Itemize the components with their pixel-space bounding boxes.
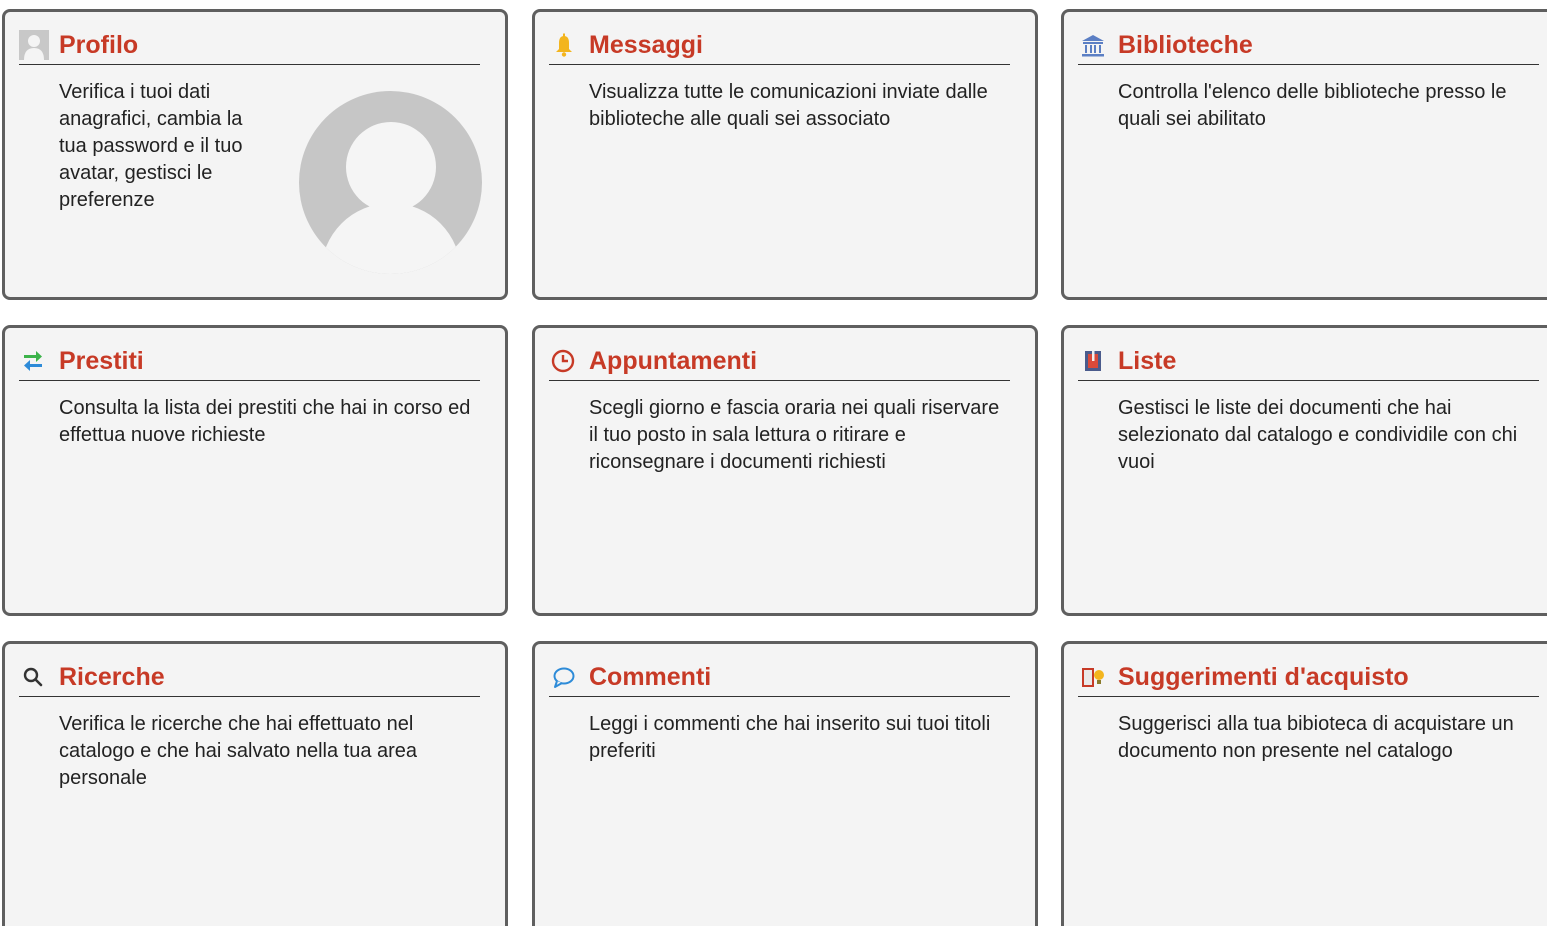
card-title[interactable]: Prestiti	[59, 346, 144, 376]
card-header: Profilo	[19, 26, 480, 65]
card-header: Messaggi	[549, 26, 1010, 65]
card-header: Appuntamenti	[549, 342, 1010, 381]
card-description: Visualizza tutte le comunicazioni inviat…	[589, 81, 988, 130]
card-title[interactable]: Ricerche	[59, 662, 165, 692]
card-description: Leggi i commenti che hai inserito sui tu…	[589, 713, 991, 762]
bell-icon	[549, 30, 589, 60]
card-description: Verifica i tuoi dati anagrafici, cambia …	[59, 81, 243, 211]
card-ricerche[interactable]: Ricerche Verifica le ricerche che hai ef…	[2, 641, 508, 926]
book-lightbulb-icon	[1078, 662, 1118, 692]
card-title[interactable]: Appuntamenti	[589, 346, 757, 376]
card-appuntamenti[interactable]: Appuntamenti Scegli giorno e fascia orar…	[532, 325, 1038, 616]
comment-icon	[549, 662, 589, 692]
card-description: Gestisci le liste dei documenti che hai …	[1118, 397, 1518, 473]
user-icon	[19, 30, 59, 60]
card-header: Liste	[1078, 342, 1539, 381]
card-commenti[interactable]: Commenti Leggi i commenti che hai inseri…	[532, 641, 1038, 926]
card-description: Scegli giorno e fascia oraria nei quali …	[589, 397, 1000, 473]
card-description: Controlla l'elenco delle biblioteche pre…	[1118, 81, 1507, 130]
card-title[interactable]: Messaggi	[589, 30, 703, 60]
card-title[interactable]: Suggerimenti d'acquisto	[1118, 662, 1409, 692]
avatar[interactable]	[299, 91, 482, 274]
card-title[interactable]: Commenti	[589, 662, 711, 692]
card-header: Suggerimenti d'acquisto	[1078, 658, 1539, 697]
card-profilo[interactable]: Profilo Verifica i tuoi dati anagrafici,…	[2, 9, 508, 300]
clock-icon	[549, 346, 589, 376]
card-header: Prestiti	[19, 342, 480, 381]
card-title[interactable]: Liste	[1118, 346, 1176, 376]
card-title[interactable]: Profilo	[59, 30, 138, 60]
card-description: Verifica le ricerche che hai effettuato …	[59, 713, 418, 789]
card-header: Commenti	[549, 658, 1010, 697]
card-description: Suggerisci alla tua bibioteca di acquist…	[1118, 713, 1514, 762]
dashboard-grid: Profilo Verifica i tuoi dati anagrafici,…	[0, 0, 1547, 926]
list-book-icon	[1078, 346, 1118, 376]
card-description: Consulta la lista dei prestiti che hai i…	[59, 397, 471, 446]
library-icon	[1078, 30, 1118, 60]
search-icon	[19, 662, 59, 692]
card-header: Ricerche	[19, 658, 480, 697]
card-biblioteche[interactable]: Biblioteche Controlla l'elenco delle bib…	[1061, 9, 1547, 300]
card-suggerimenti[interactable]: Suggerimenti d'acquisto Suggerisci alla …	[1061, 641, 1547, 926]
card-prestiti[interactable]: Prestiti Consulta la lista dei prestiti …	[2, 325, 508, 616]
card-header: Biblioteche	[1078, 26, 1539, 65]
swap-arrows-icon	[19, 346, 59, 376]
card-messaggi[interactable]: Messaggi Visualizza tutte le comunicazio…	[532, 9, 1038, 300]
card-title[interactable]: Biblioteche	[1118, 30, 1253, 60]
card-liste[interactable]: Liste Gestisci le liste dei documenti ch…	[1061, 325, 1547, 616]
